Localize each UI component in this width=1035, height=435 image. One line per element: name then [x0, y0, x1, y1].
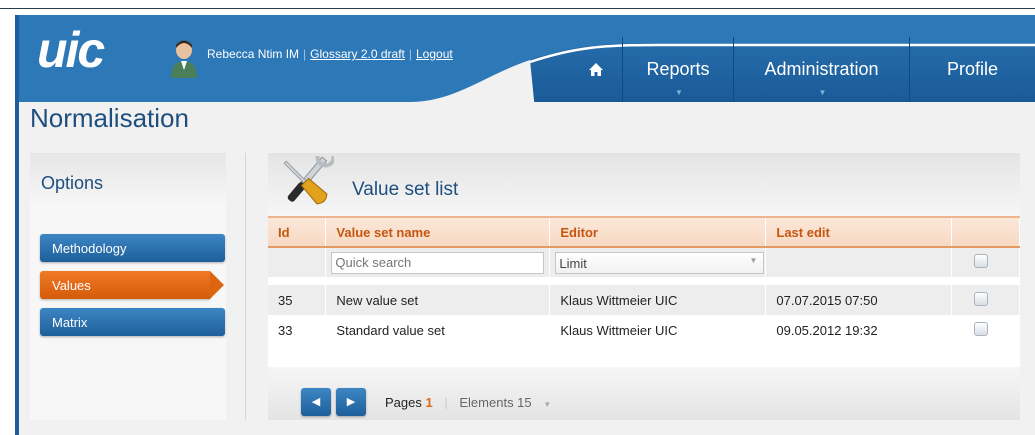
- limit-select[interactable]: Limit ▼: [555, 251, 765, 274]
- logout-link[interactable]: Logout: [416, 47, 453, 61]
- filter-cell-empty: [765, 247, 953, 277]
- chevron-down-icon: ▼: [818, 88, 827, 97]
- frame-left-border: [15, 15, 19, 435]
- column-header-select: [951, 216, 1020, 248]
- filter-cell-search: [325, 247, 551, 277]
- sidebar-item-methodology[interactable]: Methodology: [40, 234, 225, 262]
- uic-logo[interactable]: uic: [37, 21, 105, 79]
- user-avatar-icon: [171, 40, 197, 78]
- top-border: [0, 8, 1035, 9]
- sidebar-item-values[interactable]: Values: [40, 271, 224, 299]
- table-spacer: [268, 277, 1020, 285]
- nav-reports[interactable]: Reports ▼: [622, 37, 733, 102]
- filter-cell-empty: [268, 247, 327, 277]
- nav-profile-label: Profile: [946, 59, 999, 79]
- main-panel: Value set list Id Value set name Editor …: [268, 153, 1020, 420]
- value-set-table: Id Value set name Editor Last edit Limit…: [268, 216, 1020, 345]
- pagination-bar: ◀ ▶ Pages 1 | Elements 15 ▼: [268, 367, 1020, 420]
- filter-cell-limit: Limit ▼: [549, 247, 767, 277]
- sidebar: Options Methodology Values Matrix: [30, 153, 226, 420]
- cell-last-edit: 07.07.2015 07:50: [765, 285, 953, 315]
- chevron-down-icon: ▼: [749, 255, 758, 265]
- quick-search-input[interactable]: [331, 251, 545, 274]
- cell-name: Standard value set: [325, 315, 551, 345]
- select-all-checkbox[interactable]: [974, 254, 989, 268]
- cell-id: 35: [268, 285, 327, 315]
- column-header-id[interactable]: Id: [268, 216, 327, 248]
- column-header-name[interactable]: Value set name: [325, 216, 551, 248]
- cell-select: [951, 315, 1020, 345]
- sidebar-item-label: Methodology: [52, 241, 127, 256]
- glossary-link[interactable]: Glossary 2.0 draft: [310, 47, 405, 61]
- sidebar-item-label: Matrix: [52, 315, 88, 330]
- column-divider: [245, 153, 246, 420]
- limit-select-value: Limit: [559, 255, 587, 271]
- panel-header: Value set list: [268, 153, 1020, 216]
- header: uic Rebecca Ntim IM | Glossary 2.0 draft | L…: [15, 15, 1035, 110]
- sidebar-item-label: Values: [52, 278, 91, 293]
- cell-id: 33: [268, 315, 327, 345]
- page-title: Normalisation: [30, 103, 189, 133]
- nav-administration[interactable]: Administration ▼: [733, 37, 909, 102]
- home-icon: [589, 63, 603, 76]
- filter-cell-select-all: [951, 247, 1020, 277]
- row-checkbox[interactable]: [974, 291, 989, 306]
- chevron-down-icon[interactable]: ▼: [543, 400, 551, 409]
- user-links: Rebecca Ntim IM | Glossary 2.0 draft | Logou…: [207, 47, 453, 61]
- column-header-editor[interactable]: Editor: [549, 216, 767, 248]
- cell-select: [951, 285, 1020, 315]
- main-nav: Reports ▼ Administration ▼ Profile: [570, 37, 1035, 102]
- table-header-row: Id Value set name Editor Last edit: [268, 216, 1020, 248]
- column-header-last-edit[interactable]: Last edit: [765, 216, 953, 248]
- tools-icon: [283, 156, 334, 205]
- nav-reports-label: Reports: [646, 59, 710, 79]
- chevron-left-icon: ◀: [311, 396, 321, 408]
- panel-title: Value set list: [352, 179, 459, 200]
- pages-label: Pages: [385, 395, 422, 410]
- filter-row: Limit ▼: [268, 247, 1020, 277]
- chevron-down-icon: ▼: [675, 88, 683, 97]
- pagination-info: Pages 1 | Elements 15 ▼: [385, 395, 551, 410]
- current-page[interactable]: 1: [426, 395, 433, 410]
- cell-name: New value set: [325, 285, 551, 315]
- elements-per-page[interactable]: Elements 15: [459, 395, 531, 410]
- cell-last-edit: 09.05.2012 19:32: [765, 315, 953, 345]
- sidebar-heading: Options: [30, 153, 226, 208]
- user-name: Rebecca Ntim IM: [207, 47, 300, 61]
- link-separator: |: [303, 47, 307, 61]
- previous-page-button[interactable]: ◀: [301, 388, 331, 416]
- chevron-right-icon: ▶: [346, 396, 356, 408]
- cell-editor: Klaus Wittmeier UIC: [549, 285, 767, 315]
- next-page-button[interactable]: ▶: [336, 388, 366, 416]
- spacer-cell: [268, 277, 1020, 285]
- sidebar-item-matrix[interactable]: Matrix: [40, 308, 225, 336]
- link-separator: |: [408, 47, 412, 61]
- nav-administration-label: Administration: [764, 59, 879, 79]
- active-arrow-indicator: [210, 271, 224, 299]
- row-checkbox[interactable]: [974, 321, 989, 336]
- pagination-separator: |: [444, 395, 448, 410]
- cell-editor: Klaus Wittmeier UIC: [549, 315, 767, 345]
- table-row[interactable]: 35 New value set Klaus Wittmeier UIC 07.…: [268, 285, 1020, 315]
- nav-home[interactable]: [570, 37, 622, 102]
- nav-profile[interactable]: Profile: [909, 37, 1035, 102]
- table-row[interactable]: 33 Standard value set Klaus Wittmeier UI…: [268, 315, 1020, 345]
